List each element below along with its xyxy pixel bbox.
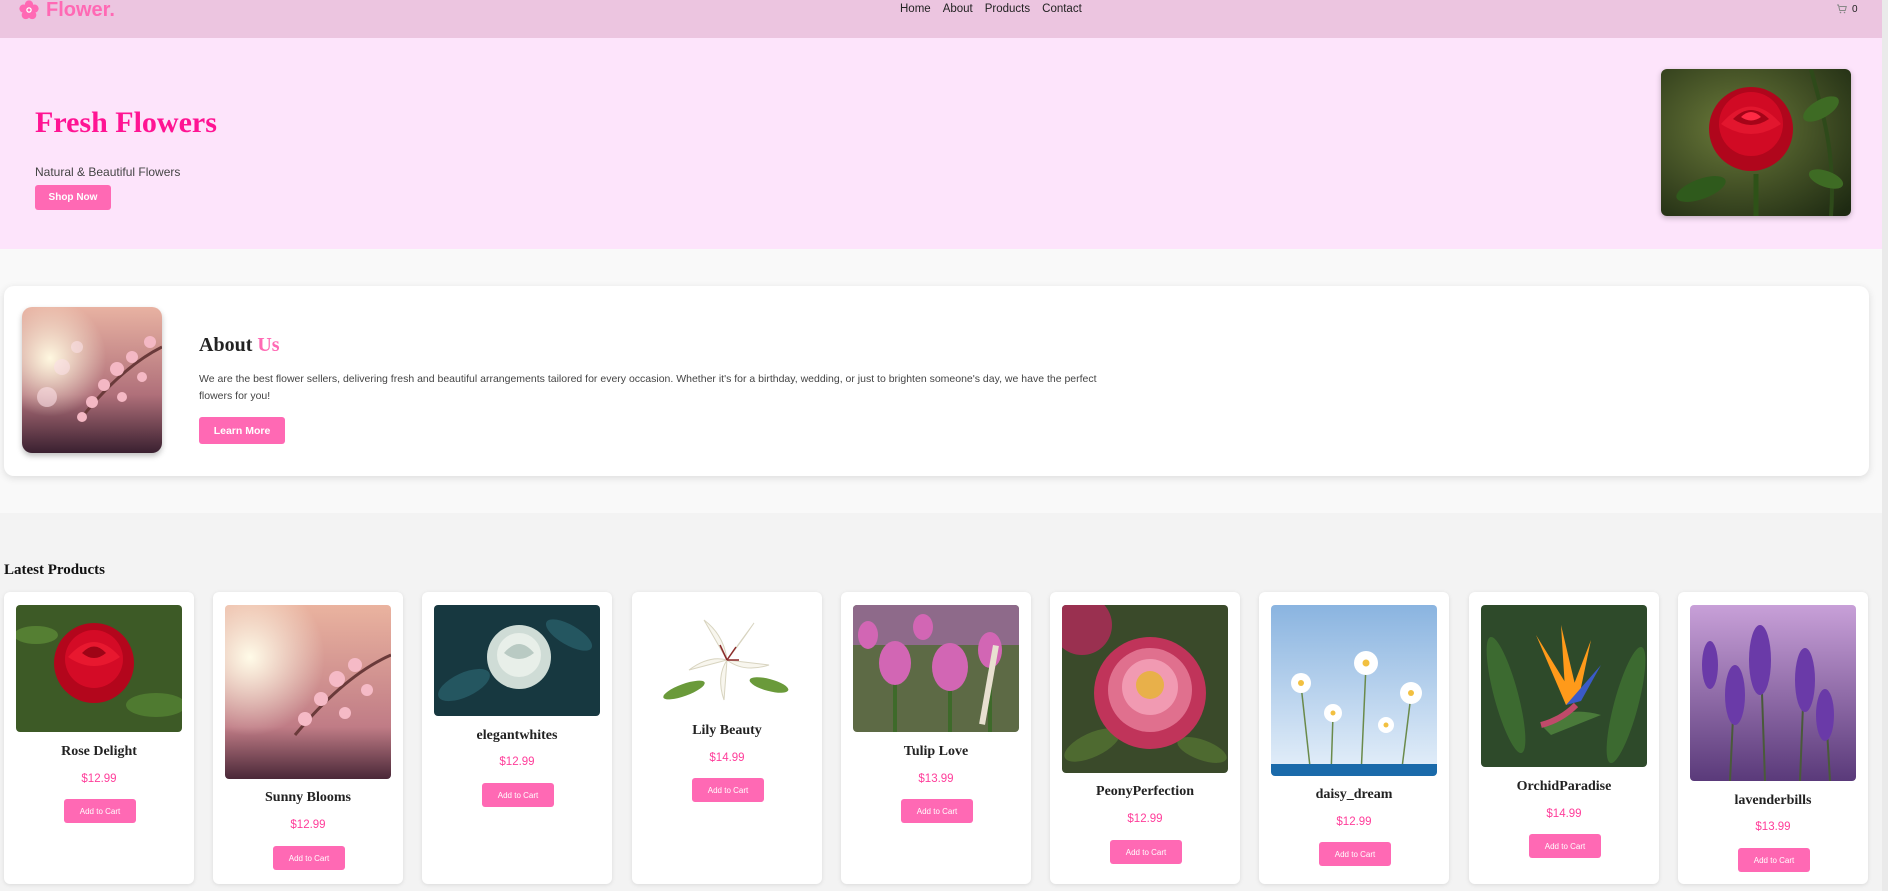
product-card: Rose Delight $12.99 Add to Cart: [4, 592, 194, 884]
add-to-cart-button[interactable]: Add to Cart: [1529, 834, 1601, 858]
cart-count: 0: [1852, 3, 1858, 15]
product-name: Rose Delight: [61, 744, 137, 759]
about-heading-main: About: [199, 334, 253, 356]
product-price: $13.99: [918, 773, 954, 785]
hero-section: Fresh Flowers Natural & Beautiful Flower…: [0, 38, 1888, 249]
product-image-lavender: [1690, 605, 1856, 781]
product-image-lily: [644, 605, 810, 711]
hero-subtitle: Natural & Beautiful Flowers: [35, 165, 181, 179]
product-name: Tulip Love: [903, 744, 969, 759]
add-to-cart-button[interactable]: Add to Cart: [692, 778, 764, 802]
product-card: Sunny Blooms $12.99 Add to Cart: [213, 592, 403, 884]
product-card: elegantwhites $12.99 Add to Cart: [422, 592, 612, 884]
about-text: We are the best flower sellers, deliveri…: [199, 373, 1097, 402]
product-price: $12.99: [81, 773, 117, 785]
product-card: OrchidParadise $14.99 Add to Cart: [1469, 592, 1659, 884]
product-price: $12.99: [1336, 816, 1372, 828]
product-image-rose: [16, 605, 182, 732]
add-to-cart-button[interactable]: Add to Cart: [901, 799, 973, 823]
product-price: $12.99: [290, 819, 326, 831]
add-to-cart-button[interactable]: Add to Cart: [1319, 842, 1391, 866]
navbar: Flower. Home About Products Contact 0: [0, 0, 1888, 38]
products-title: Latest Products: [4, 562, 105, 578]
nav-link-home[interactable]: Home: [900, 3, 931, 15]
product-price: $12.99: [1127, 813, 1163, 825]
product-card: Lily Beauty $14.99 Add to Cart: [632, 592, 822, 884]
product-card: lavenderbills $13.99 Add to Cart: [1678, 592, 1868, 884]
nav-link-contact[interactable]: Contact: [1042, 3, 1082, 15]
product-price: $12.99: [499, 756, 535, 768]
flower-icon: [19, 0, 39, 20]
product-card: Tulip Love $13.99 Add to Cart: [841, 592, 1031, 884]
nav-links: Home About Products Contact: [900, 3, 1082, 15]
hero-title: Fresh Flowers: [35, 106, 217, 139]
product-image-tulip: [853, 605, 1019, 732]
product-card: PeonyPerfection $12.99 Add to Cart: [1050, 592, 1240, 884]
product-name: lavenderbills: [1734, 793, 1812, 808]
add-to-cart-button[interactable]: Add to Cart: [273, 846, 345, 870]
shop-now-button[interactable]: Shop Now: [35, 185, 111, 210]
add-to-cart-button[interactable]: Add to Cart: [482, 783, 554, 807]
cart-button[interactable]: 0: [1836, 3, 1858, 15]
product-price: $13.99: [1755, 821, 1791, 833]
page-scrollbar[interactable]: [1882, 0, 1888, 891]
product-name: Lily Beauty: [692, 723, 762, 738]
product-image-bird-of-paradise: [1481, 605, 1647, 767]
product-price: $14.99: [709, 752, 745, 764]
about-card: About Us We are the best flower sellers,…: [4, 286, 1869, 476]
product-name: OrchidParadise: [1516, 779, 1612, 794]
product-name: PeonyPerfection: [1096, 784, 1194, 799]
product-price: $14.99: [1546, 808, 1582, 820]
product-name: daisy_dream: [1315, 787, 1393, 802]
nav-link-products[interactable]: Products: [985, 3, 1030, 15]
product-name: Sunny Blooms: [265, 790, 351, 805]
product-name: elegantwhites: [476, 728, 558, 743]
about-blossom-image: [22, 307, 162, 453]
hero-rose-image: [1661, 69, 1851, 216]
add-to-cart-button[interactable]: Add to Cart: [1110, 840, 1182, 864]
product-image-peony: [1062, 605, 1228, 773]
product-image-blossom: [225, 605, 391, 779]
product-image-daisy: [1271, 605, 1437, 776]
product-image-white-rose: [434, 605, 600, 716]
logo[interactable]: Flower.: [18, 0, 115, 23]
nav-link-about[interactable]: About: [943, 3, 973, 15]
about-heading: About Us: [199, 334, 280, 357]
add-to-cart-button[interactable]: Add to Cart: [1738, 848, 1810, 872]
cart-icon: [1837, 4, 1847, 14]
logo-text: Flower.: [46, 0, 115, 21]
product-card: daisy_dream $12.99 Add to Cart: [1259, 592, 1449, 884]
learn-more-button[interactable]: Learn More: [199, 417, 285, 444]
about-heading-accent: Us: [257, 334, 280, 356]
add-to-cart-button[interactable]: Add to Cart: [64, 799, 136, 823]
